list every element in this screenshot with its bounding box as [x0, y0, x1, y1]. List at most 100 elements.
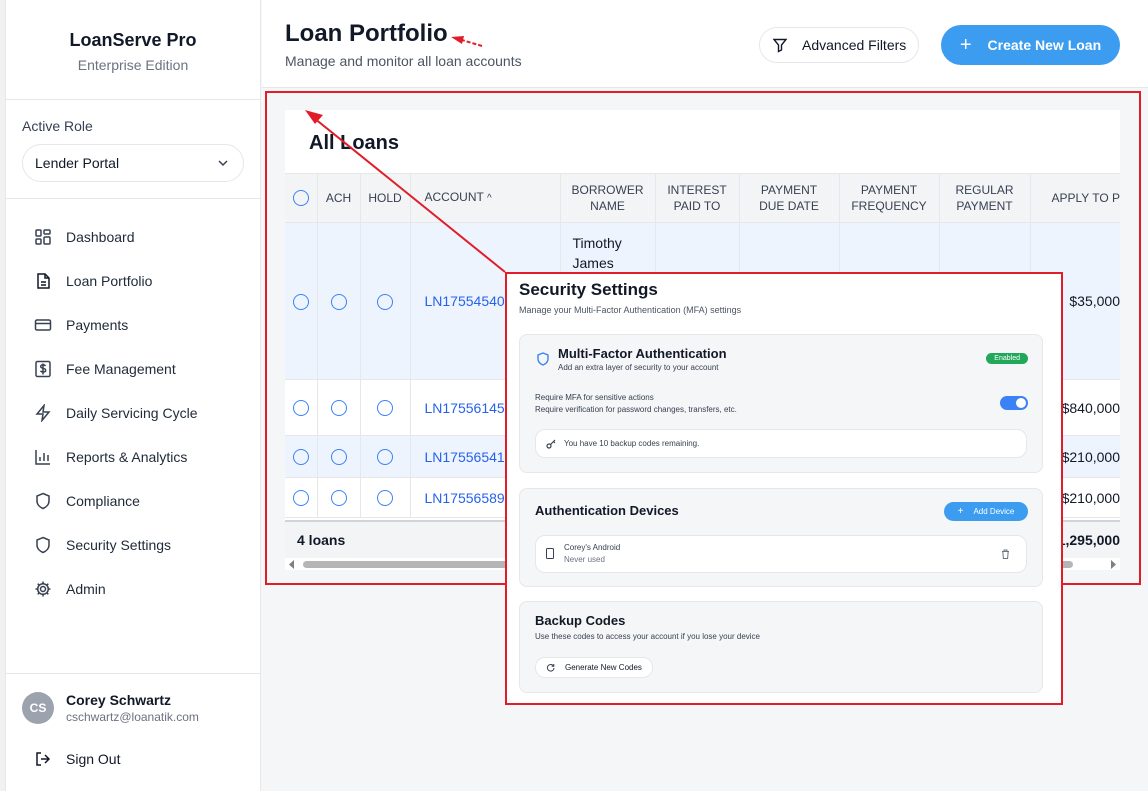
plus-icon: +	[959, 33, 972, 56]
shield-icon	[34, 492, 52, 510]
scroll-right-icon[interactable]	[1109, 560, 1117, 569]
ach-cell[interactable]	[317, 222, 361, 380]
row-select-cell[interactable]	[285, 222, 318, 380]
require-mfa-title: Require MFA for sensitive actions	[535, 393, 654, 402]
sidebar-item-label: Admin	[66, 581, 106, 597]
hold-radio[interactable]	[377, 449, 393, 466]
lightning-icon	[34, 404, 52, 422]
column-header-interest-paid-to[interactable]: INTEREST PAID TO	[655, 173, 740, 223]
backup-codes-remaining: You have 10 backup codes remaining.	[564, 439, 700, 448]
role-label: Active Role	[22, 118, 93, 134]
require-mfa-toggle[interactable]	[1000, 396, 1028, 410]
hold-radio[interactable]	[377, 293, 393, 310]
ach-radio[interactable]	[330, 449, 347, 466]
advanced-filters-button[interactable]: Advanced Filters	[759, 27, 920, 63]
backup-codes-title: Backup Codes	[535, 613, 626, 628]
backup-codes-description: Use these codes to access your account i…	[535, 632, 761, 641]
select-all-header[interactable]	[285, 173, 318, 223]
require-mfa-description: Require verification for password change…	[535, 405, 737, 414]
role-select[interactable]: Lender Portal	[22, 144, 244, 182]
sidebar-item-admin[interactable]: Admin	[6, 567, 260, 611]
column-header-borrower-name[interactable]: BORROWER NAME	[560, 173, 656, 223]
select-all-radio[interactable]	[292, 190, 309, 207]
ach-radio[interactable]	[330, 490, 347, 507]
ach-cell[interactable]	[317, 379, 361, 436]
device-status: Never used	[564, 555, 605, 564]
row-select-radio[interactable]	[292, 400, 309, 417]
security-settings-overlay: Security Settings Manage your Multi-Fact…	[505, 272, 1063, 705]
hold-radio[interactable]	[377, 490, 393, 507]
sidebar-item-compliance[interactable]: Compliance	[6, 479, 260, 523]
hold-cell[interactable]	[360, 435, 411, 478]
role-section: Active Role Lender Portal	[6, 100, 260, 199]
table-header-row: ACH HOLD ACCOUNT ^ BORROWER NAME INTEREST…	[285, 173, 1120, 223]
scroll-left-icon[interactable]	[288, 560, 296, 569]
smartphone-icon	[546, 548, 554, 559]
loans-title: All Loans	[309, 132, 400, 154]
header-line: PAYMENT	[860, 183, 918, 197]
row-select-radio[interactable]	[292, 449, 309, 466]
document-icon	[34, 272, 52, 290]
sidebar-item-daily-servicing-cycle[interactable]: Daily Servicing Cycle	[6, 391, 260, 435]
credit-card-icon	[34, 316, 52, 334]
ach-cell[interactable]	[317, 477, 361, 518]
sort-ascending-icon: ^	[486, 193, 492, 204]
column-header-payment-due-date[interactable]: PAYMENT DUE DATE	[739, 173, 840, 223]
sign-out-label: Sign Out	[66, 751, 121, 767]
create-new-loan-button[interactable]: + Create New Loan	[941, 25, 1120, 65]
sidebar-item-loan-portfolio[interactable]: Loan Portfolio	[6, 259, 260, 303]
generate-codes-button[interactable]: Generate New Codes	[535, 657, 653, 678]
sidebar-item-reports-analytics[interactable]: Reports & Analytics	[6, 435, 260, 479]
devices-section: Authentication Devices + Add Device Core…	[519, 488, 1043, 587]
row-select-cell[interactable]	[285, 477, 318, 518]
device-name: Corey's Android	[564, 543, 621, 552]
user-profile[interactable]: CS Corey Schwartz cschwartz@loanatik.com	[22, 692, 244, 724]
advanced-filters-label: Advanced Filters	[802, 37, 907, 53]
column-header-account[interactable]: ACCOUNT ^	[410, 173, 561, 223]
column-header-regular-payment[interactable]: REGULAR PAYMENT	[939, 173, 1031, 223]
sign-out-button[interactable]: Sign Out	[22, 750, 244, 768]
hold-cell[interactable]	[360, 222, 411, 380]
row-select-cell[interactable]	[285, 379, 318, 436]
add-device-button[interactable]: + Add Device	[944, 502, 1028, 521]
user-section: CS Corey Schwartz cschwartz@loanatik.com…	[6, 673, 260, 768]
header-line: PAID TO	[673, 199, 721, 213]
header-line: DUE DATE	[759, 199, 819, 213]
shield-icon	[34, 536, 52, 554]
user-email: cschwartz@loanatik.com	[66, 710, 199, 724]
sidebar-item-fee-management[interactable]: Fee Management	[6, 347, 260, 391]
trash-icon[interactable]	[1001, 549, 1010, 559]
sidebar: LoanServe Pro Enterprise Edition Active …	[5, 0, 261, 791]
column-header-hold[interactable]: HOLD	[360, 173, 411, 223]
mfa-enabled-badge: Enabled	[986, 353, 1028, 364]
hold-cell[interactable]	[360, 477, 411, 518]
avatar: CS	[22, 692, 54, 724]
brand-name: LoanServe Pro	[69, 30, 197, 50]
mfa-section: Multi-Factor Authentication Add an extra…	[519, 334, 1043, 473]
sidebar-item-dashboard[interactable]: Dashboard	[6, 215, 260, 259]
backup-codes-notice: You have 10 backup codes remaining.	[535, 429, 1027, 458]
ach-radio[interactable]	[330, 293, 347, 310]
shield-icon	[537, 352, 549, 366]
sidebar-item-label: Daily Servicing Cycle	[66, 405, 198, 421]
row-select-radio[interactable]	[292, 293, 309, 310]
sidebar-item-payments[interactable]: Payments	[6, 303, 260, 347]
hold-cell[interactable]	[360, 379, 411, 436]
mfa-title: Multi-Factor Authentication	[558, 346, 727, 361]
column-header-ach[interactable]: ACH	[317, 173, 361, 223]
row-select-radio[interactable]	[292, 490, 309, 507]
add-device-label: Add Device	[973, 507, 1015, 516]
brand: LoanServe Pro Enterprise Edition	[6, 0, 260, 100]
hold-radio[interactable]	[377, 400, 393, 417]
role-select-value: Lender Portal	[35, 155, 120, 171]
page-header: Loan Portfolio Manage and monitor all lo…	[262, 0, 1148, 88]
refresh-icon	[546, 663, 555, 672]
ach-radio[interactable]	[330, 400, 347, 417]
sidebar-item-security-settings[interactable]: Security Settings	[6, 523, 260, 567]
sidebar-item-label: Dashboard	[66, 229, 135, 245]
ach-cell[interactable]	[317, 435, 361, 478]
column-header-apply-to[interactable]: APPLY TO P	[1030, 173, 1120, 223]
column-header-payment-frequency[interactable]: PAYMENT FREQUENCY	[839, 173, 940, 223]
dollar-icon	[34, 360, 52, 378]
row-select-cell[interactable]	[285, 435, 318, 478]
